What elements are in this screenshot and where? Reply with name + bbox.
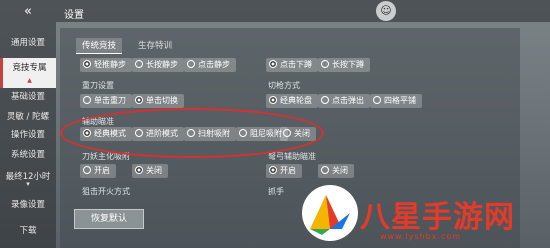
radio-walk-tap[interactable]: 点击静步 (184, 58, 236, 72)
radio-blade-off[interactable]: 关闭 (132, 164, 168, 178)
radio-icon (269, 166, 277, 174)
watermark-logo (302, 185, 358, 241)
crossbow-aim-label: 弩弓辅助瞄准 (268, 152, 316, 161)
radio-switch-grid[interactable]: 四格平铺 (370, 94, 422, 108)
chevron-up-icon: ▲ (27, 77, 32, 84)
radio-crossbow-on[interactable]: 开启 (266, 164, 302, 178)
radio-icon (321, 60, 329, 68)
radio-icon (135, 60, 143, 68)
radio-heavy-single[interactable]: 单击重刀 (80, 94, 132, 108)
sidebar-item-label: 竞技专属 (12, 63, 47, 73)
radio-icon (321, 96, 329, 104)
avatar-icon[interactable]: ☺ (376, 1, 396, 21)
radio-crouch-hold[interactable]: 长按下蹲 (318, 58, 370, 72)
radio-icon (135, 166, 143, 174)
watermark-text: 八星手游网 (360, 200, 515, 235)
fire-mode-label: 狙击开火方式 (82, 187, 130, 196)
radio-walk-hold[interactable]: 长按静步 (132, 58, 184, 72)
radio-icon (135, 96, 143, 104)
radio-heavy-toggle[interactable]: 单击切换 (132, 94, 184, 108)
radio-icon (373, 96, 381, 104)
radio-switch-wheel[interactable]: 经典轮盘 (266, 94, 318, 108)
sidebar-item-basic[interactable]: 基础设置 (0, 90, 56, 102)
page-title: 设置 (64, 10, 84, 21)
back-icon[interactable]: « (24, 4, 32, 19)
sidebar-item-competitive[interactable]: 竞技专属 ▲ (0, 58, 56, 88)
switch-mode-label: 切枪方式 (268, 81, 300, 90)
grab-label: 抓手 (268, 187, 284, 196)
radio-icon (187, 60, 195, 68)
top-bar: « 设置 ☺ (0, 0, 550, 22)
radio-icon (269, 60, 277, 68)
radio-icon (83, 60, 91, 68)
radio-blade-on[interactable]: 开启 (80, 164, 116, 178)
chevron-down-icon[interactable]: ▾ (0, 180, 56, 188)
sidebar-item-sensitivity[interactable]: 灵敏 / 陀螺 (0, 110, 56, 122)
watermark-logo-icon (310, 195, 350, 235)
highlight-oval (60, 108, 324, 158)
radio-switch-popup[interactable]: 点击弹出 (318, 94, 370, 108)
reset-default-button[interactable]: 恢复默认 (74, 209, 144, 229)
heavy-blade-label: 重刀设置 (82, 81, 114, 90)
radio-crouch-tap[interactable]: 点击下蹲 (266, 58, 318, 72)
radio-icon (83, 166, 91, 174)
sidebar-item-system[interactable]: 系统设置 (0, 148, 56, 160)
sidebar: 通用设置 竞技专属 ▲ 基础设置 灵敏 / 陀螺 操作设置 系统设置 最终12小… (0, 22, 56, 248)
watermark-url: www.lyshbx.com (380, 232, 462, 241)
sidebar-item-replay[interactable]: 录像设置 (0, 198, 56, 210)
radio-walk-push[interactable]: 轻推静步 (80, 58, 132, 72)
tab-traditional[interactable]: 传统竞技 (76, 38, 123, 54)
radio-icon (83, 96, 91, 104)
tab-survival[interactable]: 生存特训 (132, 38, 178, 54)
sidebar-item-controls[interactable]: 操作设置 (0, 128, 56, 140)
sidebar-item-download[interactable]: 下载 (0, 224, 56, 236)
radio-crossbow-off[interactable]: 关闭 (318, 164, 354, 178)
radio-icon (269, 96, 277, 104)
radio-icon (321, 166, 329, 174)
sidebar-item-general[interactable]: 通用设置 (0, 36, 56, 48)
